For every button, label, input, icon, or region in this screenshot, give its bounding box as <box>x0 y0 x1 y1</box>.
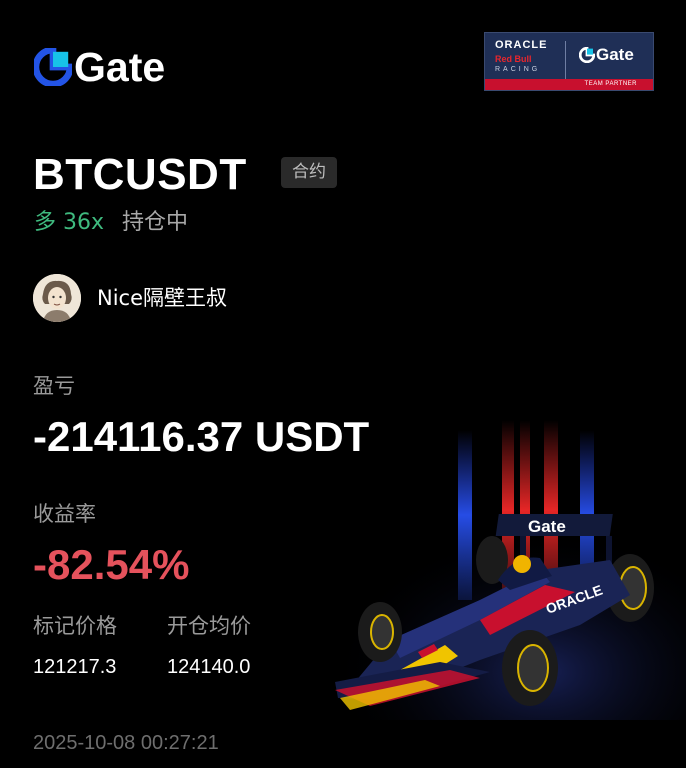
partner-racing-text: RACING <box>495 66 541 73</box>
timestamp: 2025-10-08 00:27:21 <box>33 732 219 754</box>
gate-logo-icon <box>34 48 72 86</box>
roi-label: 收益率 <box>33 502 96 526</box>
gate-logo: Gate <box>34 46 165 88</box>
front-wheel <box>502 630 558 706</box>
position-info: 多 36x 持仓中 <box>34 208 188 238</box>
roi-value: -82.54% <box>33 541 190 588</box>
light-beam <box>458 430 472 600</box>
mark-price-value: 121217.3 <box>33 656 117 678</box>
partner-strip: TEAM PARTNER <box>485 79 653 90</box>
username: Nice隔壁王叔 <box>97 286 228 310</box>
avatar-illustration <box>33 274 81 322</box>
pnl-label: 盈亏 <box>33 374 75 398</box>
trading-pair: BTCUSDT <box>33 150 247 199</box>
partner-badge: ORACLE Red Bull RACING Gate TEAM PARTNER <box>484 32 654 91</box>
gate-logo-icon <box>579 47 595 63</box>
partner-gate-logo: Gate <box>579 45 634 65</box>
partner-divider <box>565 41 566 79</box>
position-side-leverage: 多 36x <box>34 210 105 235</box>
avatar <box>33 274 81 322</box>
svg-text:Gate: Gate <box>528 517 566 536</box>
mark-price-label: 标记价格 <box>33 614 117 638</box>
contract-type-tag: 合约 <box>281 157 337 188</box>
front-wheel <box>358 602 402 662</box>
gate-logo-text: Gate <box>74 44 166 90</box>
entry-price-value: 124140.0 <box>167 656 251 678</box>
position-status: 持仓中 <box>122 210 189 235</box>
race-car-illustration: Gate ORACLE <box>330 420 686 720</box>
partner-redbull-text: Red Bull <box>495 54 532 64</box>
partner-gate-text: Gate <box>596 45 634 64</box>
entry-price-label: 开仓均价 <box>167 614 251 638</box>
partner-oracle-text: ORACLE <box>495 39 548 51</box>
pnl-value: -214116.37 USDT <box>33 413 370 460</box>
